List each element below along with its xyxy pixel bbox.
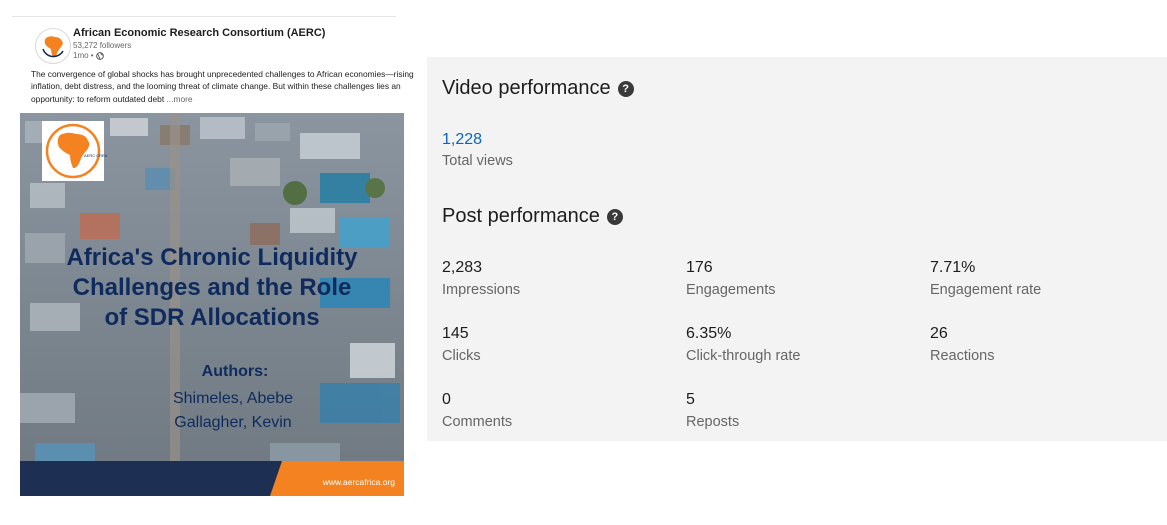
reposts-value: 5 [686, 391, 695, 408]
cover-graphic: AERC CREA Africa's Chronic Liquidity Cha… [20, 113, 404, 496]
feed-divider [12, 16, 396, 17]
click-through-rate-value: 6.35% [686, 325, 732, 342]
engagement-rate-label: Engagement rate [930, 282, 1042, 298]
cover-authors-label: Authors: [202, 363, 269, 380]
click-through-rate-label: Click-through rate [686, 348, 801, 364]
analytics-panel: Video performance ? 1,228 Total views Po… [427, 57, 1167, 441]
post-body-text: The convergence of global shocks has bro… [31, 69, 414, 104]
cover-title-line3: of SDR Allocations [104, 304, 319, 331]
post-image[interactable]: AERC CREA Africa's Chronic Liquidity Cha… [20, 113, 404, 496]
engagements-label: Engagements [686, 282, 776, 298]
reactions-value: 26 [930, 325, 948, 342]
question-help-icon[interactable]: ? [617, 80, 634, 97]
reactions-label: Reactions [930, 348, 995, 364]
cover-author2: Gallagher, Kevin [174, 414, 291, 431]
globe-icon [95, 51, 104, 60]
logo-lettering: AERC CREA [84, 153, 108, 158]
question-help-icon[interactable]: ? [606, 208, 623, 225]
cover-author1: Shimeles, Abebe [173, 390, 293, 407]
cover-url: www.aercafrica.org [322, 477, 396, 487]
clicks-value: 145 [442, 325, 469, 342]
impressions-value: 2,283 [442, 259, 483, 276]
comments-value: 0 [442, 391, 451, 408]
see-more-link[interactable]: ...more [166, 94, 192, 104]
impressions-label: Impressions [442, 282, 521, 298]
clicks-label: Clicks [442, 348, 481, 364]
post-meta: 1mo • [73, 51, 104, 60]
org-logo[interactable] [35, 28, 71, 64]
follower-count: 53,272 followers [73, 41, 132, 50]
comments-label: Comments [442, 414, 513, 430]
video-performance-heading: Video performance ? [442, 77, 634, 100]
post-performance-title: Post performance [442, 205, 600, 227]
engagements-value: 176 [686, 259, 713, 276]
total-views-value[interactable]: 1,228 [442, 131, 482, 149]
org-name-link[interactable]: African Economic Research Consortium (AE… [73, 27, 325, 39]
africa-logo-icon [42, 36, 64, 58]
engagement-rate-value: 7.71% [930, 259, 976, 276]
post-performance-heading: Post performance ? [442, 205, 623, 228]
cover-title-line1: Africa's Chronic Liquidity [66, 244, 358, 271]
post-body: The convergence of global shocks has bro… [31, 68, 415, 105]
video-performance-title: Video performance [442, 77, 611, 99]
total-views-label: Total views [442, 153, 513, 169]
aerc-logo-badge [42, 121, 104, 181]
cover-title-line2: Challenges and the Role [73, 274, 352, 301]
post-time: 1mo • [73, 51, 94, 60]
reposts-label: Reposts [686, 414, 740, 430]
